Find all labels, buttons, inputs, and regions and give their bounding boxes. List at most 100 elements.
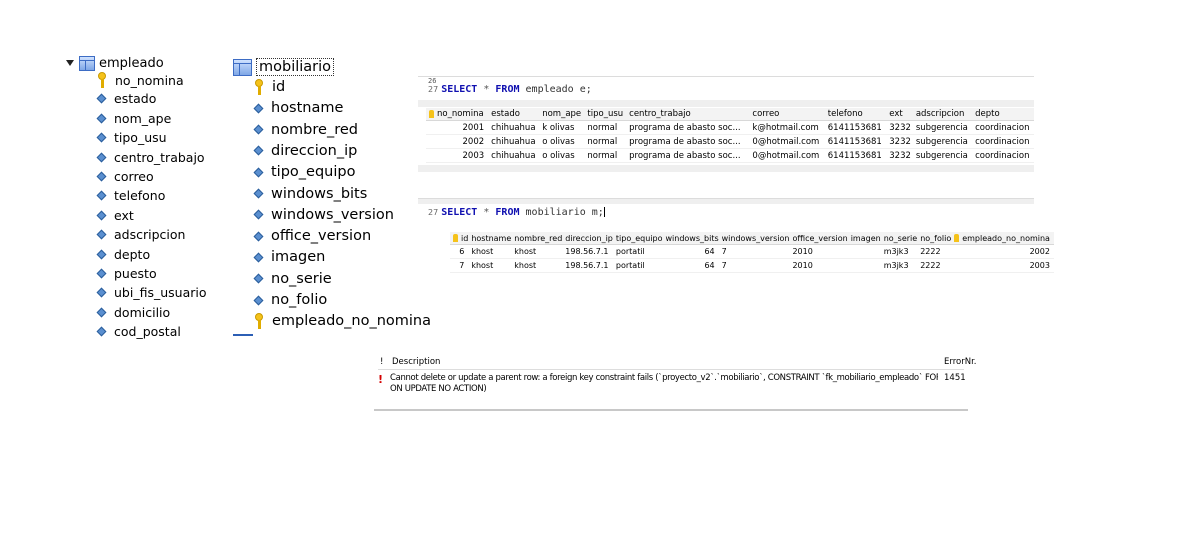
tree-column-adscripcion[interactable]: adscripcion: [96, 227, 185, 242]
tree-column-empleado_no_nomina[interactable]: empleado_no_nomina: [253, 313, 431, 330]
grid-header-centro_trabajo[interactable]: centro_trabajo: [626, 108, 750, 121]
grid-cell[interactable]: 2002: [426, 134, 489, 149]
grid-cell[interactable]: 6: [450, 244, 469, 259]
grid-header-estado[interactable]: estado: [488, 108, 540, 121]
grid-header-tipo_usu[interactable]: tipo_usu: [584, 108, 627, 121]
tree-column-puesto[interactable]: puesto: [96, 266, 157, 281]
grid-header-adscripcion[interactable]: adscripcion: [912, 108, 973, 121]
header-description[interactable]: Description: [392, 357, 440, 367]
grid-cell[interactable]: coordinacion: [972, 134, 1034, 149]
grid-header-nom_ape[interactable]: nom_ape: [539, 108, 585, 121]
grid-cell[interactable]: subgerencia: [912, 120, 973, 135]
tree-column-domicilio[interactable]: domicilio: [96, 305, 170, 320]
grid-cell[interactable]: 6141153681: [824, 134, 887, 149]
tree-column-windows_bits[interactable]: windows_bits: [253, 186, 367, 202]
grid-header-windows_version[interactable]: windows_version: [718, 232, 790, 245]
grid-cell[interactable]: 64: [662, 244, 719, 259]
grid-cell[interactable]: subgerencia: [912, 134, 973, 149]
grid-cell[interactable]: 0@hotmail.com: [749, 148, 825, 163]
tree-column-tipo_usu[interactable]: tipo_usu: [96, 130, 167, 145]
table-row[interactable]: 2002 chihuahua o olivas normal programa de a…: [426, 134, 1034, 149]
grid-cell[interactable]: chihuahua: [488, 148, 540, 163]
grid-cell[interactable]: 7: [450, 258, 469, 273]
tree-column-correo[interactable]: correo: [96, 169, 154, 184]
grid-header-id[interactable]: id: [450, 232, 469, 245]
tree-column-depto[interactable]: depto: [96, 247, 150, 262]
grid-header-windows_bits[interactable]: windows_bits: [662, 232, 719, 245]
grid-cell[interactable]: subgerencia: [912, 148, 973, 163]
grid-cell[interactable]: 0@hotmail.com: [749, 134, 825, 149]
grid-cell[interactable]: [847, 258, 881, 273]
grid-cell[interactable]: khost: [511, 244, 563, 259]
grid-cell[interactable]: o olivas: [539, 148, 585, 163]
grid-cell[interactable]: programa de abasto soc...: [626, 120, 750, 135]
grid-header-no_folio[interactable]: no_folio: [917, 232, 952, 245]
result-grid-mobiliario[interactable]: id hostname nombre_red direccion_ip tipo_equ…: [450, 232, 1054, 273]
grid-cell[interactable]: programa de abasto soc...: [626, 134, 750, 149]
table-row[interactable]: 2001 chihuahua k olivas normal programa de a…: [426, 120, 1034, 135]
tree-column-nom_ape[interactable]: nom_ape: [96, 111, 171, 126]
tree-column-hostname[interactable]: hostname: [253, 100, 343, 116]
grid-header-no_nomina[interactable]: no_nomina: [426, 108, 489, 121]
result-grid-empleado[interactable]: no_nomina estado nom_ape tipo_usu centro_tra…: [426, 108, 1034, 163]
expand-arrow-icon[interactable]: [66, 60, 74, 66]
mobiliario-table-name[interactable]: mobiliario: [256, 58, 335, 76]
empleado-tree-header[interactable]: empleado: [66, 53, 216, 73]
grid-header-hostname[interactable]: hostname: [468, 232, 512, 245]
grid-cell[interactable]: 2010: [789, 244, 848, 259]
grid-cell[interactable]: programa de abasto soc...: [626, 148, 750, 163]
grid-header-correo[interactable]: correo: [749, 108, 825, 121]
tree-column-tipo_equipo[interactable]: tipo_equipo: [253, 164, 355, 180]
table-row[interactable]: 6 khost khost 198.56.7.1 portatil 64 7 2010 m3jk…: [450, 244, 1054, 259]
grid-cell[interactable]: chihuahua: [488, 134, 540, 149]
grid-cell[interactable]: 7: [718, 244, 790, 259]
grid-header-direccion_ip[interactable]: direccion_ip: [562, 232, 613, 245]
grid-cell[interactable]: 2003: [951, 258, 1054, 273]
sql-line[interactable]: 27 SELECT * FROM empleado e;: [428, 84, 592, 95]
grid-cell[interactable]: coordinacion: [972, 120, 1034, 135]
grid-cell[interactable]: chihuahua: [488, 120, 540, 135]
grid-cell[interactable]: 2002: [951, 244, 1054, 259]
grid-header-office_version[interactable]: office_version: [789, 232, 848, 245]
tree-column-telefono[interactable]: telefono: [96, 188, 165, 203]
tree-column-office_version[interactable]: office_version: [253, 228, 371, 244]
grid-cell[interactable]: 2003: [426, 148, 489, 163]
grid-cell[interactable]: 3232: [886, 134, 913, 149]
tree-column-centro_trabajo[interactable]: centro_trabajo: [96, 150, 205, 165]
grid-header-tipo_equipo[interactable]: tipo_equipo: [612, 232, 663, 245]
grid-cell[interactable]: 6141153681: [824, 148, 887, 163]
grid-cell[interactable]: portatil: [612, 244, 663, 259]
grid-cell[interactable]: 198.56.7.1: [562, 244, 613, 259]
grid-header-nombre_red[interactable]: nombre_red: [511, 232, 563, 245]
grid-cell[interactable]: k@hotmail.com: [749, 120, 825, 135]
tree-column-direccion_ip[interactable]: direccion_ip: [253, 143, 357, 159]
tree-column-no_folio[interactable]: no_folio: [253, 292, 327, 308]
table-row[interactable]: 7 khost khost 198.56.7.1 portatil 64 7 2010 m3jk…: [450, 258, 1054, 273]
grid-cell[interactable]: khost: [468, 258, 512, 273]
grid-header-empleado_no_nomina[interactable]: empleado_no_nomina: [951, 232, 1054, 245]
grid-cell[interactable]: [847, 244, 881, 259]
grid-cell[interactable]: m3jk3: [880, 244, 918, 259]
grid-cell[interactable]: 198.56.7.1: [562, 258, 613, 273]
tree-column-imagen[interactable]: imagen: [253, 249, 325, 265]
tree-column-cod_postal[interactable]: cod_postal: [96, 324, 181, 339]
grid-header-ext[interactable]: ext: [886, 108, 913, 121]
grid-cell[interactable]: 6141153681: [824, 120, 887, 135]
grid-cell[interactable]: portatil: [612, 258, 663, 273]
grid-cell[interactable]: normal: [584, 134, 627, 149]
sql-line[interactable]: 27 SELECT * FROM mobiliario m;: [428, 207, 605, 218]
tree-column-no_nomina[interactable]: no_nomina: [96, 72, 184, 88]
mobiliario-tree-header[interactable]: mobiliario: [233, 57, 413, 77]
table-row[interactable]: 2003 chihuahua o olivas normal programa de a…: [426, 148, 1034, 163]
tree-column-windows_version[interactable]: windows_version: [253, 207, 394, 223]
grid-cell[interactable]: khost: [511, 258, 563, 273]
grid-cell[interactable]: 64: [662, 258, 719, 273]
query-editor-mobiliario[interactable]: 27 SELECT * FROM mobiliario m; id hostname…: [418, 198, 1054, 283]
grid-cell[interactable]: k olivas: [539, 120, 585, 135]
grid-cell[interactable]: m3jk3: [880, 258, 918, 273]
grid-cell[interactable]: 2222: [917, 244, 952, 259]
query-editor-empleado[interactable]: 26 27 SELECT * FROM empleado e; no_nomina…: [418, 76, 1034, 173]
grid-cell[interactable]: 7: [718, 258, 790, 273]
grid-cell[interactable]: khost: [468, 244, 512, 259]
grid-cell[interactable]: 3232: [886, 120, 913, 135]
